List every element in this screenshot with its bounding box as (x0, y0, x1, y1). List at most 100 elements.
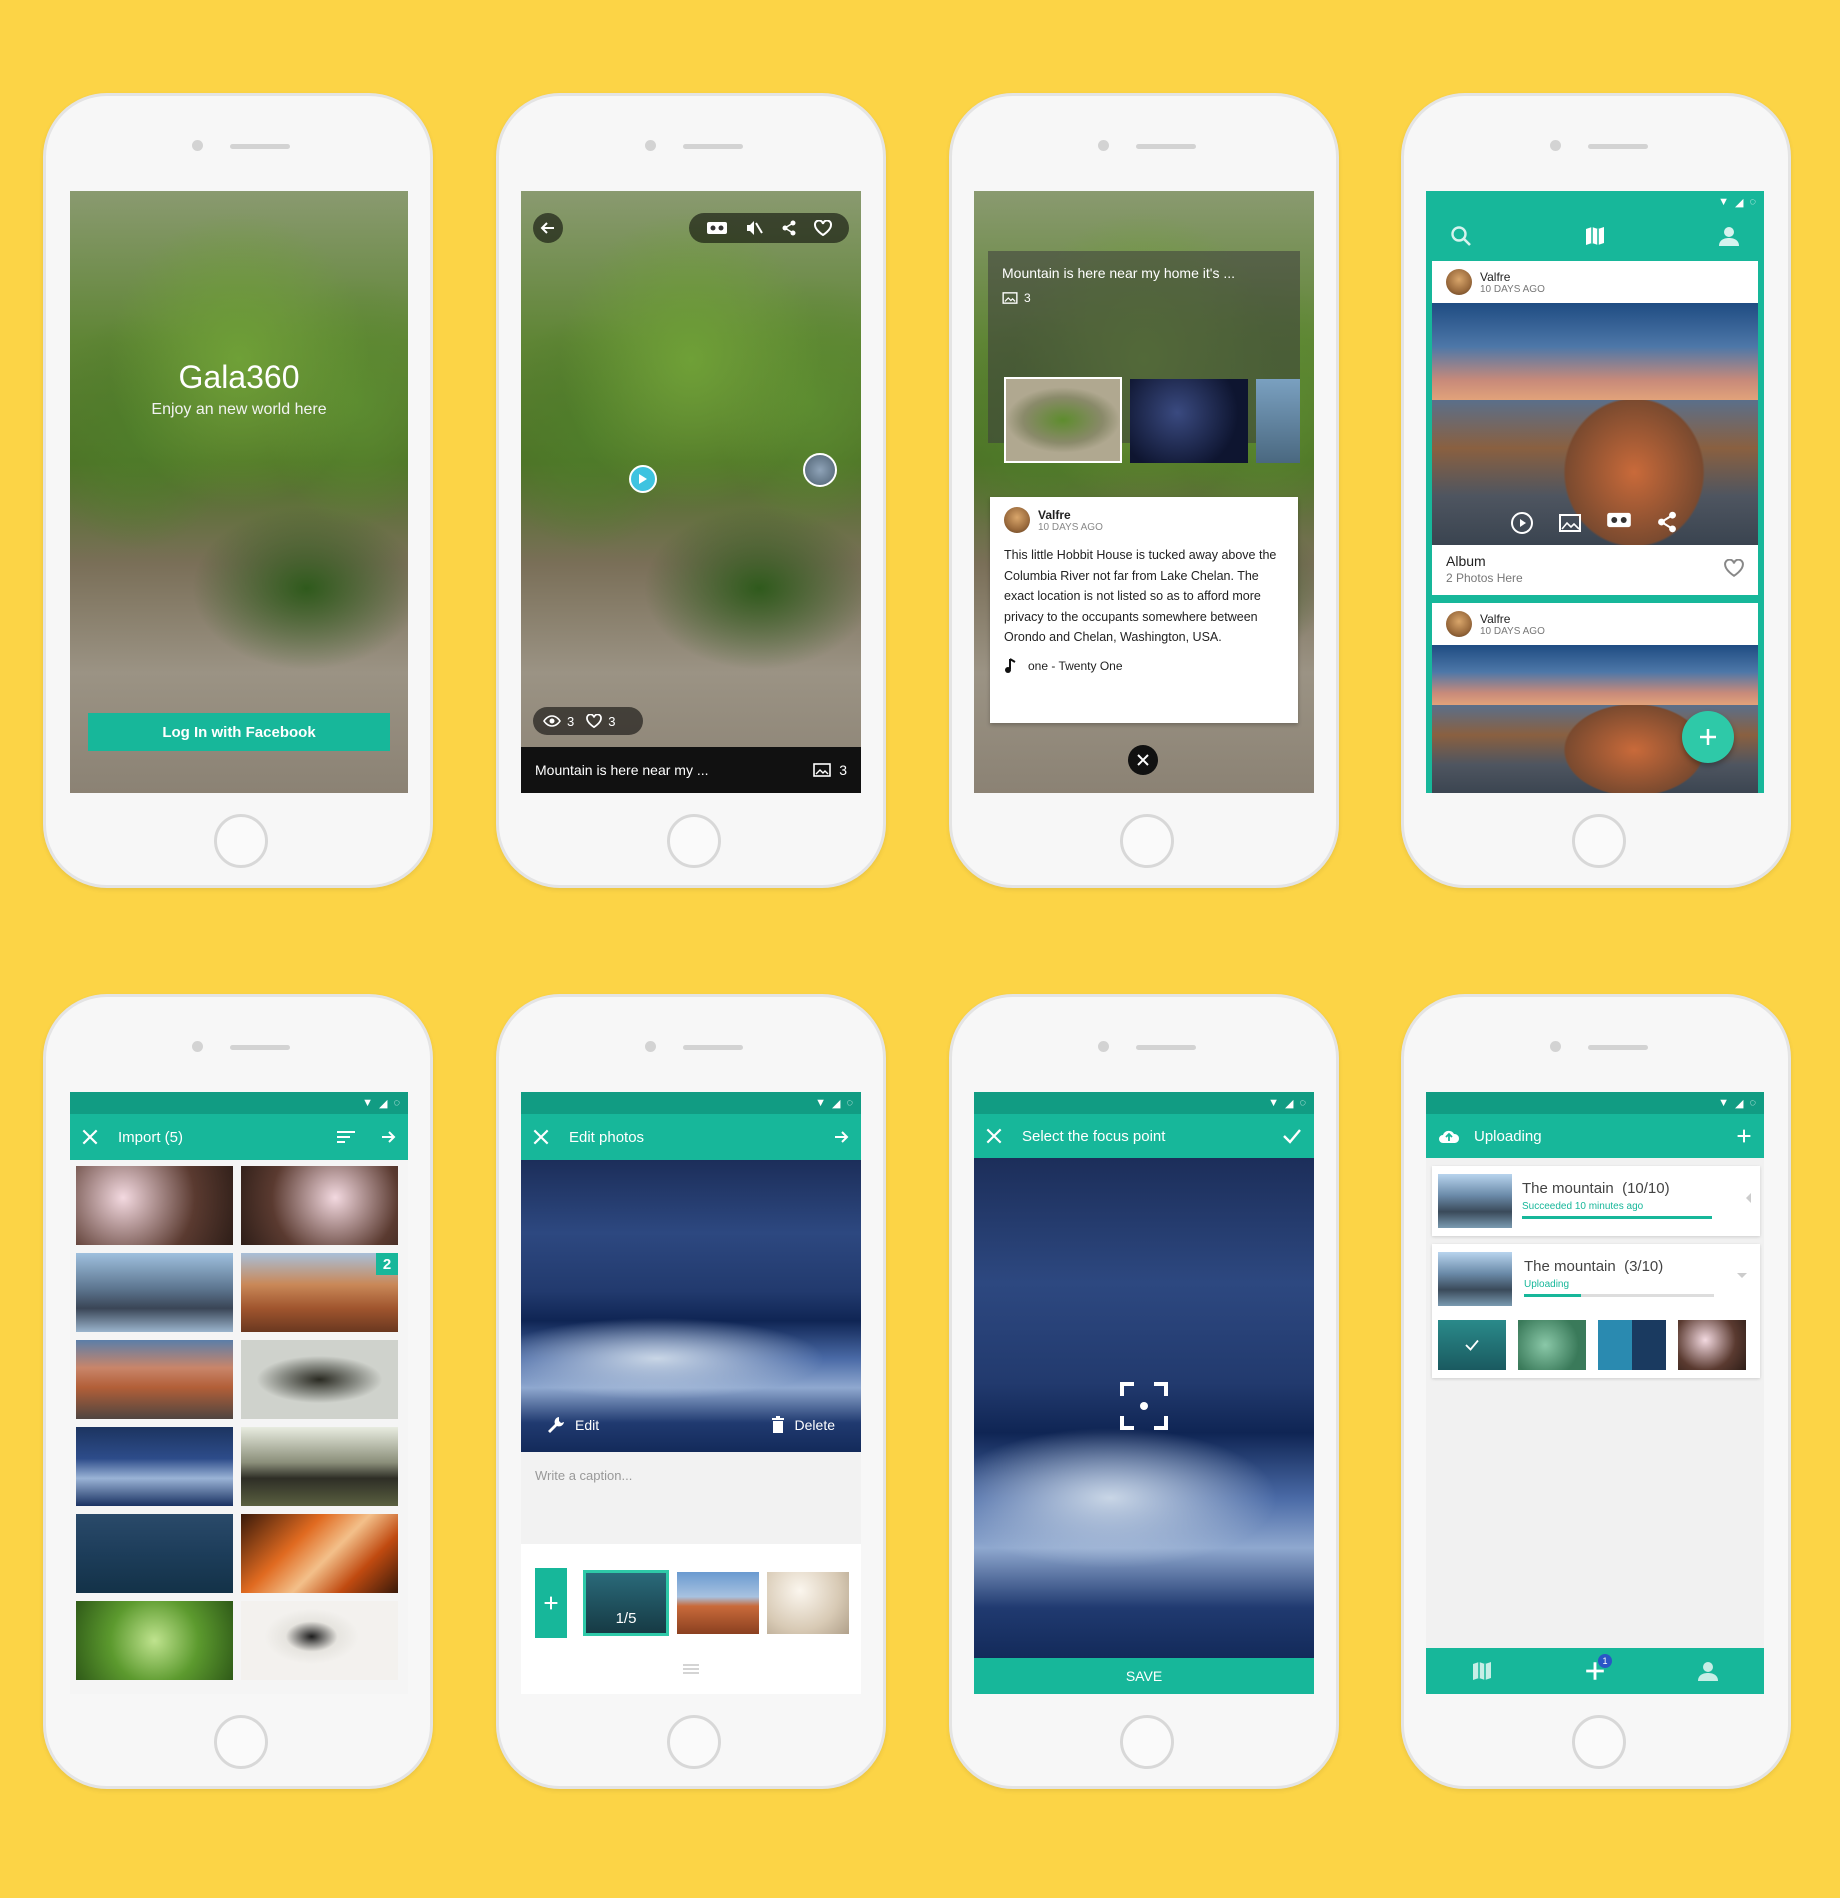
like-icon (586, 714, 603, 728)
album-thumb-2[interactable] (1130, 379, 1248, 463)
photo-thumb[interactable] (241, 1514, 398, 1593)
back-button[interactable] (533, 213, 563, 243)
photo-thumb[interactable] (241, 1340, 398, 1419)
edit-button[interactable]: Edit (547, 1416, 599, 1434)
home-button[interactable] (214, 814, 268, 868)
photo-thumb[interactable] (76, 1514, 233, 1593)
home-button[interactable] (1572, 1715, 1626, 1769)
photo-thumb[interactable] (241, 1427, 398, 1506)
share-icon[interactable] (781, 220, 797, 236)
album-icon (1002, 292, 1018, 304)
home-button[interactable] (1572, 814, 1626, 868)
upload-subthumb[interactable] (1518, 1320, 1586, 1370)
upload-screen: ▼ ◢ ◌ Uploading The mountain (10/10) Succe… (1426, 1092, 1764, 1694)
next-arrow-icon[interactable] (833, 1129, 849, 1145)
photo-thumb[interactable] (241, 1601, 398, 1680)
mute-icon[interactable] (745, 220, 764, 236)
post-time: 10 DAYS AGO (1480, 283, 1545, 295)
camera-dot (1098, 140, 1109, 151)
caption-input[interactable]: Write a caption... (535, 1468, 632, 1483)
music-row[interactable]: one - Twenty One (1004, 657, 1284, 674)
home-button[interactable] (1120, 1715, 1174, 1769)
share-icon[interactable] (1656, 511, 1678, 535)
post-user[interactable]: Valfre (1038, 508, 1103, 522)
photo-thumb[interactable] (241, 1166, 398, 1245)
strip-thumb-selected[interactable]: 1/5 (583, 1570, 669, 1636)
focus-target-icon[interactable] (1120, 1382, 1168, 1430)
post-header[interactable]: Valfre 10 DAYS AGO (1432, 603, 1758, 645)
close-icon[interactable] (82, 1129, 98, 1145)
upload-subthumb[interactable] (1678, 1320, 1746, 1370)
phone-import: ▼ ◢ ◌ Import (5) 2 (43, 994, 433, 1789)
import-title: Import (5) (118, 1128, 184, 1146)
add-photo-button[interactable] (535, 1568, 567, 1638)
search-icon[interactable] (1450, 225, 1472, 247)
bottom-nav: 1 (1426, 1648, 1764, 1694)
map-icon[interactable] (1471, 1660, 1493, 1682)
photo-thumb[interactable] (76, 1427, 233, 1506)
album-thumb-3[interactable] (1256, 379, 1300, 463)
photo-thumb[interactable] (76, 1166, 233, 1245)
photo-count-row: 3 (1002, 291, 1031, 305)
next-arrow-icon[interactable] (380, 1129, 396, 1145)
strip-thumb[interactable] (677, 1572, 759, 1634)
home-button[interactable] (667, 1715, 721, 1769)
upload-item-expanded[interactable]: The mountain (3/10) Uploading (1432, 1244, 1760, 1378)
post-user: Valfre (1480, 269, 1511, 284)
upload-subthumb[interactable] (1438, 1320, 1506, 1370)
post-header[interactable]: Valfre 10 DAYS AGO (1432, 261, 1758, 303)
focus-image[interactable] (974, 1158, 1314, 1658)
upload-progress-fill (1522, 1216, 1712, 1219)
album-thumb-1[interactable] (1004, 377, 1122, 463)
check-icon[interactable] (1282, 1128, 1302, 1144)
profile-icon[interactable] (1697, 1660, 1719, 1682)
chevron-down-icon[interactable] (1736, 1272, 1748, 1280)
heart-icon[interactable] (814, 220, 833, 236)
close-icon[interactable] (986, 1128, 1002, 1144)
battery-icon: ◌ (1749, 196, 1756, 208)
chevron-left-icon[interactable] (1744, 1192, 1752, 1204)
post-image[interactable] (1432, 303, 1758, 545)
photo-thumb[interactable] (76, 1253, 233, 1332)
strip-thumb[interactable] (767, 1572, 849, 1634)
album-info[interactable]: Album 2 Photos Here (1432, 545, 1758, 595)
photo-thumb-selected[interactable]: 2 (241, 1253, 398, 1332)
drag-handle-icon[interactable] (683, 1664, 699, 1674)
delete-label: Delete (794, 1417, 835, 1433)
photo-thumb[interactable] (76, 1340, 233, 1419)
home-button[interactable] (214, 1715, 268, 1769)
avatar[interactable] (1004, 507, 1030, 533)
phone-feed: ▼ ◢ ◌ Valfre 10 DAYS AGO Album 2 Photos Her… (1401, 93, 1791, 888)
album-icon[interactable] (1558, 511, 1582, 535)
add-nav-item[interactable]: 1 (1584, 1654, 1612, 1682)
facebook-login-button[interactable]: Log In with Facebook (88, 713, 390, 751)
feed-screen: ▼ ◢ ◌ Valfre 10 DAYS AGO Album 2 Photos Her… (1426, 191, 1764, 793)
upload-item[interactable]: The mountain (10/10) Succeeded 10 minute… (1432, 1166, 1760, 1236)
caption-bar[interactable]: Mountain is here near my ... 3 (521, 747, 861, 793)
add-fab[interactable] (1682, 711, 1734, 763)
hotspot-play[interactable] (629, 465, 657, 493)
photo-thumb[interactable] (76, 1601, 233, 1680)
map-icon[interactable] (1584, 225, 1606, 247)
profile-icon[interactable] (1718, 225, 1740, 247)
play-circle-icon[interactable] (1510, 511, 1534, 535)
sort-icon[interactable] (336, 1130, 356, 1144)
home-button[interactable] (667, 814, 721, 868)
vr-icon[interactable] (706, 221, 728, 235)
close-icon[interactable] (533, 1129, 549, 1145)
vr-icon[interactable] (1606, 511, 1632, 535)
heart-icon[interactable] (1724, 559, 1744, 577)
close-detail-button[interactable] (1128, 745, 1158, 775)
upload-subthumb[interactable] (1598, 1320, 1666, 1370)
detail-title: Mountain is here near my home it's ... (1002, 265, 1235, 281)
plus-icon[interactable] (1736, 1128, 1752, 1144)
status-bar: ▼ ◢ ◌ (1426, 191, 1764, 213)
delete-button[interactable]: Delete (771, 1416, 835, 1434)
hotspot-photo[interactable] (803, 453, 837, 487)
plus-icon (543, 1595, 559, 1611)
import-app-bar: Import (5) (70, 1114, 408, 1160)
save-button[interactable]: SAVE (974, 1658, 1314, 1694)
upload-count: (3/10) (1624, 1258, 1664, 1275)
home-button[interactable] (1120, 814, 1174, 868)
upload-progress (1524, 1294, 1714, 1297)
